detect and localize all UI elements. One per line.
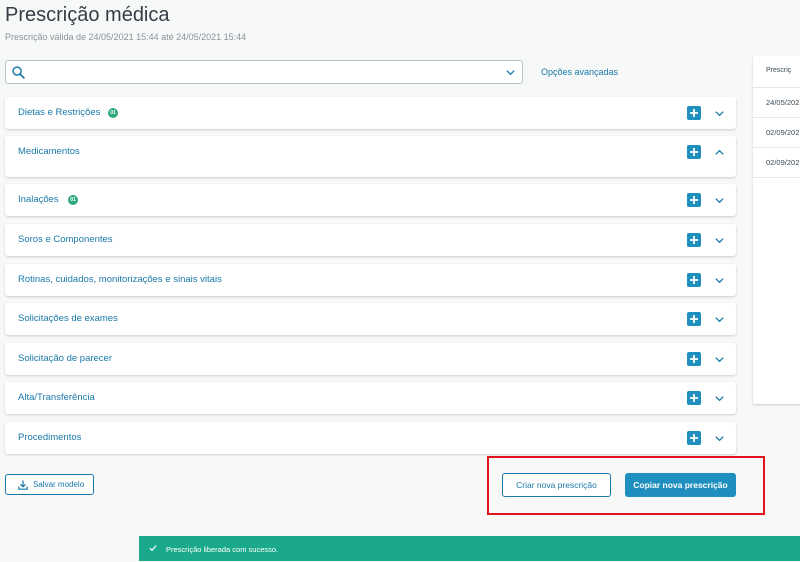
section-title[interactable]: Medicamentos xyxy=(18,146,80,157)
chevron-down-icon[interactable] xyxy=(714,195,725,206)
history-row[interactable]: 24/05/202 xyxy=(753,87,800,117)
download-icon xyxy=(18,480,28,490)
section-title[interactable]: Rotinas, cuidados, monitorizações e sina… xyxy=(18,274,222,285)
plus-icon xyxy=(690,394,698,402)
advanced-options-link[interactable]: Opções avançadas xyxy=(541,67,618,77)
chevron-down-icon[interactable] xyxy=(714,314,725,325)
add-button[interactable] xyxy=(687,391,701,405)
plus-icon xyxy=(690,315,698,323)
section-title[interactable]: Solicitações de exames xyxy=(18,313,118,324)
add-button[interactable] xyxy=(687,352,701,366)
section-title[interactable]: Inalações xyxy=(18,194,59,205)
save-template-button[interactable]: Salvar modelo xyxy=(5,474,94,495)
add-button[interactable] xyxy=(687,431,701,445)
add-button[interactable] xyxy=(687,233,701,247)
section-panel[interactable]: Solicitação de parecer xyxy=(5,343,736,375)
section-panel[interactable]: Solicitações de exames xyxy=(5,303,736,335)
success-toast: Prescrição liberada com sucesso. xyxy=(139,536,800,561)
plus-icon xyxy=(690,109,698,117)
history-row-date: 02/09/202 xyxy=(766,158,800,167)
search-box[interactable] xyxy=(5,60,523,84)
chevron-down-icon[interactable] xyxy=(505,67,516,78)
history-row-date: 02/09/202 xyxy=(766,128,800,137)
history-header: Prescriç xyxy=(766,67,792,74)
toast-message: Prescrição liberada com sucesso. xyxy=(166,545,279,554)
chevron-down-icon[interactable] xyxy=(714,235,725,246)
plus-icon xyxy=(690,196,698,204)
plus-icon xyxy=(690,148,698,156)
history-divider xyxy=(753,177,800,178)
plus-icon xyxy=(690,276,698,284)
chevron-down-icon[interactable] xyxy=(714,393,725,404)
history-panel: Prescriç 24/05/202 02/09/202 02/09/202 xyxy=(753,56,800,404)
check-icon xyxy=(149,545,157,552)
count-badge: 01 xyxy=(108,108,118,118)
section-title[interactable]: Soros e Componentes xyxy=(18,234,113,245)
section-title[interactable]: Procedimentos xyxy=(18,432,81,443)
history-row[interactable]: 02/09/202 xyxy=(753,147,800,177)
validity-text: Prescrição válida de 24/05/2021 15:44 at… xyxy=(5,32,247,42)
section-panel[interactable]: Inalações 01 xyxy=(5,184,736,216)
count-badge: 01 xyxy=(68,195,78,205)
plus-icon xyxy=(690,236,698,244)
plus-icon xyxy=(690,355,698,363)
add-button[interactable] xyxy=(687,145,701,159)
section-panel[interactable]: Soros e Componentes xyxy=(5,224,736,256)
chevron-down-icon[interactable] xyxy=(714,433,725,444)
section-panel[interactable]: Alta/Transferência xyxy=(5,382,736,414)
chevron-up-icon[interactable] xyxy=(714,147,725,158)
page-title: Prescrição médica xyxy=(5,4,170,26)
save-template-label: Salvar modelo xyxy=(33,480,85,489)
add-button[interactable] xyxy=(687,312,701,326)
copy-prescription-button[interactable]: Copiar nova prescrição xyxy=(625,473,736,497)
create-prescription-button[interactable]: Criar nova prescrição xyxy=(502,473,611,497)
chevron-down-icon[interactable] xyxy=(714,354,725,365)
section-panel[interactable]: Dietas e Restrições 01 xyxy=(5,97,736,129)
search-icon xyxy=(12,66,25,79)
section-panel[interactable]: Procedimentos xyxy=(5,422,736,454)
chevron-down-icon[interactable] xyxy=(714,275,725,286)
section-title[interactable]: Dietas e Restrições xyxy=(18,107,100,118)
add-button[interactable] xyxy=(687,193,701,207)
add-button[interactable] xyxy=(687,273,701,287)
add-button[interactable] xyxy=(687,106,701,120)
section-title[interactable]: Solicitação de parecer xyxy=(18,353,112,364)
history-row-date: 24/05/202 xyxy=(766,98,800,107)
section-title[interactable]: Alta/Transferência xyxy=(18,392,95,403)
section-panel[interactable]: Medicamentos xyxy=(5,136,736,177)
section-panel[interactable]: Rotinas, cuidados, monitorizações e sina… xyxy=(5,264,736,296)
history-row[interactable]: 02/09/202 xyxy=(753,117,800,147)
search-input[interactable] xyxy=(30,63,500,81)
plus-icon xyxy=(690,434,698,442)
chevron-down-icon[interactable] xyxy=(714,108,725,119)
